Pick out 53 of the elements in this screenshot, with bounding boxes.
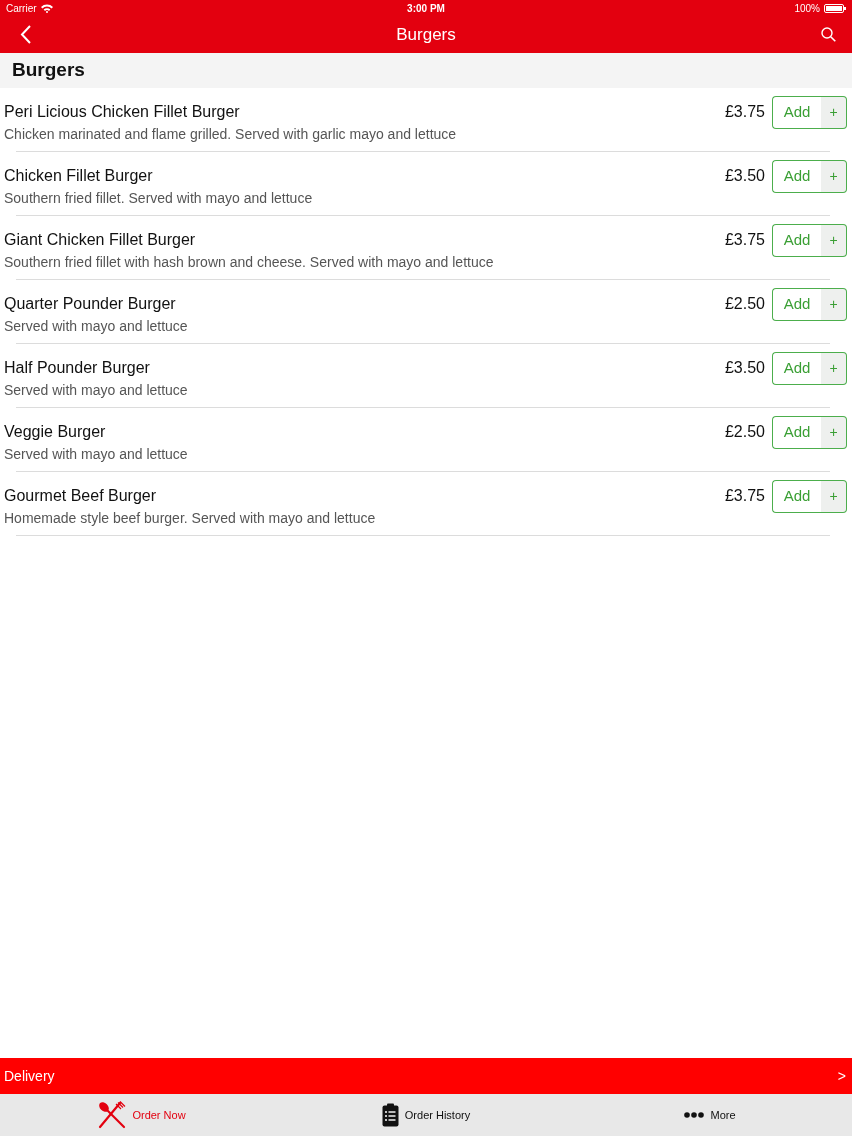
- tab-item[interactable]: More: [568, 1094, 852, 1136]
- add-button[interactable]: Add: [772, 416, 821, 449]
- item-name: Veggie Burger: [4, 422, 107, 441]
- item-description: Served with mayo and lettuce: [4, 318, 189, 335]
- item-description: Served with mayo and lettuce: [4, 382, 189, 399]
- wifi-icon: [40, 3, 53, 13]
- delivery-label: Delivery: [4, 1066, 55, 1086]
- item-price: £3.50: [724, 166, 765, 185]
- more-dots-icon: [684, 1112, 705, 1118]
- item-description: Southern fried fillet with hash brown and cheese. Served with mayo and lettuce: [4, 254, 495, 271]
- plus-button[interactable]: +: [821, 224, 847, 257]
- plus-button[interactable]: +: [821, 416, 847, 449]
- battery-icon: [824, 3, 846, 13]
- item-price: £2.50: [724, 422, 765, 441]
- item-name: Half Pounder Burger: [4, 358, 151, 377]
- back-icon[interactable]: [20, 25, 31, 44]
- plus-button[interactable]: +: [821, 480, 847, 513]
- add-button[interactable]: Add: [772, 96, 821, 129]
- carrier-label: Carrier: [6, 1, 37, 16]
- plus-button[interactable]: +: [821, 288, 847, 321]
- item-name: Quarter Pounder Burger: [4, 294, 177, 313]
- item-description: Southern fried fillet. Served with mayo and lettuce: [4, 190, 314, 207]
- search-icon[interactable]: [821, 27, 836, 42]
- item-name: Giant Chicken Fillet Burger: [4, 230, 197, 249]
- tab-item[interactable]: Order Now: [0, 1094, 284, 1136]
- add-button[interactable]: Add: [772, 224, 821, 257]
- clock-time: 3:00 PM: [407, 1, 445, 16]
- item-name: Chicken Fillet Burger: [4, 166, 154, 185]
- section-title: Burgers: [12, 59, 85, 82]
- fork-spoon-icon: [98, 1101, 127, 1129]
- item-price: £3.75: [724, 486, 765, 505]
- tab-item[interactable]: Order History: [284, 1094, 568, 1136]
- plus-button[interactable]: +: [821, 352, 847, 385]
- add-button[interactable]: Add: [772, 480, 821, 513]
- item-description: Homemade style beef burger. Served with mayo and lettuce: [4, 510, 377, 527]
- plus-button[interactable]: +: [821, 96, 847, 129]
- item-name: Peri Licious Chicken Fillet Burger: [4, 102, 241, 121]
- plus-button[interactable]: +: [821, 160, 847, 193]
- item-price: £2.50: [724, 294, 765, 313]
- add-button[interactable]: Add: [772, 352, 821, 385]
- delivery-bar[interactable]: Delivery >: [0, 1058, 852, 1094]
- clipboard-icon: [381, 1103, 399, 1127]
- item-description: Chicken marinated and flame grilled. Served with garlic mayo and lettuce: [4, 126, 458, 143]
- item-price: £3.75: [724, 230, 765, 249]
- chevron-label: >: [837, 1066, 846, 1086]
- add-button[interactable]: Add: [772, 288, 821, 321]
- item-price: £3.75: [724, 102, 765, 121]
- item-description: Served with mayo and lettuce: [4, 446, 189, 463]
- battery-percent: 100%: [794, 1, 820, 16]
- item-price: £3.50: [724, 358, 765, 377]
- add-button[interactable]: Add: [772, 160, 821, 193]
- nav-title: Burgers: [396, 23, 456, 46]
- item-name: Gourmet Beef Burger: [4, 486, 158, 505]
